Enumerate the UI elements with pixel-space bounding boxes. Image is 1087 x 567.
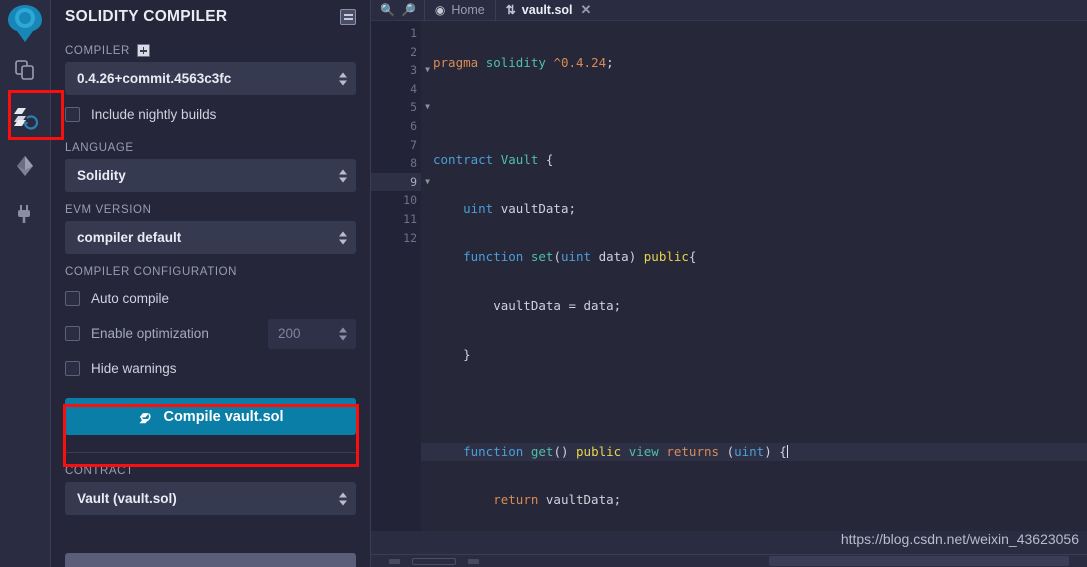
compiler-version-select[interactable]: 0.4.26+commit.4563c3fc: [65, 62, 356, 95]
zoom-out-icon[interactable]: 🔍: [380, 4, 395, 16]
line-number: 2: [410, 44, 417, 59]
solidity-file-icon: ⇅: [505, 3, 516, 17]
language-select[interactable]: Solidity: [65, 159, 356, 192]
editor-tabbar: 🔍 🔎 ◉ Home ⇅ vault.sol ✕: [371, 0, 1087, 21]
tab-home[interactable]: ◉ Home: [423, 0, 495, 21]
terminal-toggle-icon[interactable]: [389, 558, 400, 564]
code-line: contract Vault {: [433, 152, 554, 168]
zoom-in-icon[interactable]: 🔎: [401, 4, 416, 16]
panel-header: SOLIDITY COMPILER: [51, 0, 370, 32]
zoom-controls: 🔍 🔎: [371, 4, 424, 16]
hide-warnings-checkbox[interactable]: [65, 361, 80, 376]
optimization-runs-input[interactable]: 200: [268, 318, 356, 349]
close-icon[interactable]: ✕: [581, 2, 592, 18]
chevron-updown-icon: [339, 327, 347, 340]
auto-compile-row[interactable]: Auto compile: [65, 283, 356, 314]
compiler-label: COMPILER: [65, 44, 130, 57]
code-line: vaultData = data;: [433, 297, 622, 313]
terminal-listen-icon[interactable]: [468, 558, 479, 564]
language-value: Solidity: [77, 168, 126, 183]
evm-version-value: compiler default: [77, 230, 182, 245]
panel-divider: [65, 452, 356, 453]
terminal-panel: https://blog.csdn.net/weixin_43623056: [371, 531, 1087, 567]
code-line: pragma solidity ^0.4.24;: [433, 55, 614, 70]
code-line: function set(uint data) public{: [463, 249, 697, 265]
editor-area: 🔍 🔎 ◉ Home ⇅ vault.sol ✕ 1 2 3 ▼ 4 5 ▼ 6 7: [371, 0, 1087, 567]
deploy-run-icon[interactable]: [3, 143, 47, 189]
tab-vault-sol[interactable]: ⇅ vault.sol ✕: [494, 0, 602, 21]
line-number: 6: [410, 118, 417, 133]
document-panel-icon[interactable]: [340, 9, 356, 25]
activity-rail: [0, 0, 51, 567]
evm-version-select[interactable]: compiler default: [65, 221, 356, 254]
include-nightly-builds-label: Include nightly builds: [91, 107, 217, 122]
hide-warnings-label: Hide warnings: [91, 361, 177, 376]
compile-button[interactable]: Compile vault.sol: [65, 398, 356, 435]
enable-optimization-row[interactable]: Enable optimization 200: [65, 318, 356, 349]
chevron-updown-icon: [339, 231, 347, 244]
hide-warnings-row[interactable]: Hide warnings: [65, 353, 356, 384]
chevron-updown-icon: [339, 492, 347, 505]
tab-home-label: Home: [451, 3, 485, 17]
enable-optimization-label: Enable optimization: [91, 326, 209, 341]
contract-label: CONTRACT: [65, 465, 134, 477]
chevron-updown-icon: [339, 72, 347, 85]
terminal-toolbar: [371, 554, 1087, 567]
line-number: 5 ▼: [371, 98, 430, 117]
refresh-icon: [140, 413, 151, 424]
file-explorers-icon[interactable]: [3, 47, 47, 93]
enable-optimization-checkbox[interactable]: [65, 326, 80, 341]
terminal-filter-select[interactable]: [412, 557, 456, 565]
code-editor[interactable]: 1 2 3 ▼ 4 5 ▼ 6 7 8 9 ▼ 10 11 12 pragma sol…: [371, 21, 1087, 531]
terminal-search-input[interactable]: [769, 556, 1069, 566]
code-line: uint vaultData;: [463, 200, 577, 216]
remix-ide-window: SOLIDITY COMPILER COMPILER 0.4.26+commit…: [0, 0, 1087, 567]
line-number: 4: [410, 81, 417, 96]
panel-body: COMPILER 0.4.26+commit.4563c3fc Include …: [51, 44, 370, 515]
line-number: 11: [403, 211, 417, 226]
watermark-text: https://blog.csdn.net/weixin_43623056: [840, 531, 1079, 547]
evm-version-label: EVM VERSION: [65, 204, 152, 216]
code-line: }: [433, 346, 471, 362]
line-number: 3 ▼: [371, 61, 430, 80]
chevron-updown-icon: [339, 169, 347, 182]
line-number: 7: [410, 137, 417, 152]
line-number-gutter: 1 2 3 ▼ 4 5 ▼ 6 7 8 9 ▼ 10 11 12: [371, 21, 430, 531]
line-number: 8: [410, 156, 417, 171]
include-nightly-builds-checkbox[interactable]: [65, 107, 80, 122]
page-title: SOLIDITY COMPILER: [65, 8, 228, 25]
optimization-runs-value: 200: [278, 326, 301, 341]
remix-logo-icon[interactable]: [3, 2, 47, 46]
home-icon: ◉: [434, 3, 446, 17]
compiler-configuration-label: COMPILER CONFIGURATION: [65, 266, 238, 278]
publish-button-partial[interactable]: [65, 553, 356, 567]
line-number: 1: [410, 26, 417, 40]
add-custom-compiler-icon[interactable]: [136, 44, 150, 57]
code-content[interactable]: pragma solidity ^0.4.24; contract Vault …: [421, 21, 1087, 531]
compiler-version-value: 0.4.26+commit.4563c3fc: [77, 71, 232, 86]
code-line-active: function get() public view returns (uint…: [421, 442, 1087, 462]
auto-compile-label: Auto compile: [91, 291, 170, 306]
compile-button-label: Compile vault.sol: [163, 408, 284, 425]
line-number: 12: [403, 230, 417, 245]
compiler-label-row: COMPILER: [65, 44, 356, 57]
include-nightly-builds-row[interactable]: Include nightly builds: [65, 99, 356, 130]
plugin-manager-icon[interactable]: [3, 191, 47, 237]
line-number-active: 9 ▼: [371, 172, 430, 192]
tab-vault-sol-label: vault.sol: [521, 3, 573, 17]
contract-value: Vault (vault.sol): [77, 491, 177, 506]
language-label: LANGUAGE: [65, 142, 134, 154]
solidity-compiler-panel: SOLIDITY COMPILER COMPILER 0.4.26+commit…: [51, 0, 371, 567]
contract-select[interactable]: Vault (vault.sol): [65, 482, 356, 515]
solidity-compiler-icon[interactable]: [3, 95, 47, 141]
auto-compile-checkbox[interactable]: [65, 291, 80, 306]
line-number: 10: [403, 193, 417, 208]
code-line: return vaultData;: [493, 492, 622, 508]
